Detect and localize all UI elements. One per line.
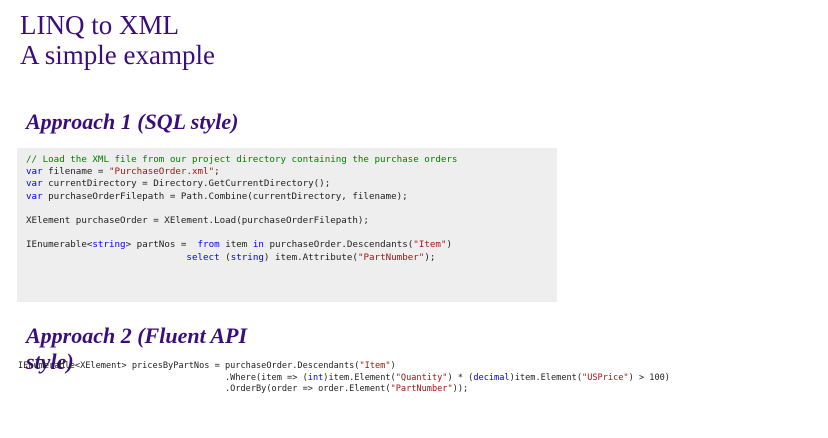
code-text: ) item.Attribute(: [263, 251, 358, 263]
code-line: XElement purchaseOrder = XElement.Load(p…: [26, 215, 557, 227]
code-text: ): [446, 239, 453, 251]
code-string: "PurchaseOrder.xml": [109, 166, 215, 178]
code-text: purchaseOrder.Descendants(: [263, 239, 414, 251]
code-text: > partNos =: [125, 239, 198, 251]
code-text: IEnumerable<XElement> pricesByPartNos = …: [18, 361, 360, 371]
code-keyword: select: [186, 251, 220, 263]
code-text: )item.Element(: [509, 372, 583, 383]
code-text: .OrderBy(order => order.Element(: [224, 384, 391, 394]
code-approach-2: IEnumerable<XElement> pricesByPartNos = …: [18, 361, 670, 396]
code-text: currentDirectory = Directory.GetCurrentD…: [42, 178, 331, 190]
approach-2-line-1: Approach 2 (Fluent API: [26, 323, 248, 348]
code-text: ): [390, 361, 396, 371]
code-keyword: in: [252, 239, 264, 251]
title-line-2: A simple example: [20, 40, 215, 70]
code-text: IEnumerable<: [26, 239, 93, 251]
code-text: filename =: [42, 166, 109, 178]
code-line: IEnumerable<XElement> pricesByPartNos = …: [18, 361, 670, 373]
code-text: purchaseOrderFilepath = Path.Combine(cur…: [42, 190, 408, 202]
code-string: "PartNumber": [390, 384, 453, 394]
approach-1-suffix: ): [231, 109, 239, 134]
code-text: (: [219, 251, 231, 263]
title-line-1: LINQ to XML: [20, 10, 179, 40]
code-line: // Load the XML file from our project di…: [26, 154, 557, 166]
code-approach-1: // Load the XML file from our project di…: [26, 154, 557, 264]
code-line: select (string) item.Attribute("PartNumb…: [26, 252, 557, 264]
code-text: ) * (: [447, 372, 474, 383]
code-string: "PartNumber": [357, 251, 425, 263]
code-keyword: var: [26, 166, 43, 178]
code-text: ));: [452, 384, 469, 394]
code-line: IEnumerable<string> partNos = from item …: [26, 239, 557, 251]
code-text: ) > 100): [628, 372, 670, 383]
code-text: XElement purchaseOrder = XElement.Load(p…: [26, 214, 369, 226]
code-block-approach-1: // Load the XML file from our project di…: [17, 148, 557, 302]
code-keyword: var: [26, 178, 43, 190]
code-keyword: string: [92, 239, 126, 251]
code-string: "Item": [413, 239, 447, 251]
code-keyword: decimal: [473, 372, 510, 383]
code-string: "USPrice": [582, 372, 629, 383]
approach-1-highlight: SQL style: [144, 109, 232, 134]
code-line: var filename = "PurchaseOrder.xml";: [26, 166, 557, 178]
slide: LINQ to XML A simple example Approach 1 …: [0, 0, 828, 438]
code-line: var purchaseOrderFilepath = Path.Combine…: [26, 191, 557, 203]
code-text: ;: [214, 166, 220, 178]
code-text: item: [219, 239, 253, 251]
code-text: .Where(item => (: [224, 372, 308, 383]
code-line: .OrderBy(order => order.Element("PartNum…: [18, 384, 670, 396]
code-keyword: string: [230, 251, 264, 263]
code-line: var currentDirectory = Directory.GetCurr…: [26, 178, 557, 190]
code-text: )item.Element(: [323, 372, 396, 383]
approach-1-prefix: Approach 1 (: [26, 109, 145, 134]
code-string: "Quantity": [395, 372, 448, 383]
code-keyword: var: [26, 190, 43, 202]
approach-1-heading: Approach 1 (SQL style): [26, 109, 238, 135]
code-line: .Where(item => (int)item.Element("Quanti…: [18, 373, 670, 385]
code-comment: // Load the XML file from our project di…: [26, 154, 458, 165]
slide-title: LINQ to XML A simple example: [20, 10, 215, 70]
code-text: );: [424, 251, 436, 263]
code-string: "Item": [359, 361, 391, 371]
code-keyword: from: [197, 239, 220, 251]
code-keyword: int: [307, 372, 324, 383]
